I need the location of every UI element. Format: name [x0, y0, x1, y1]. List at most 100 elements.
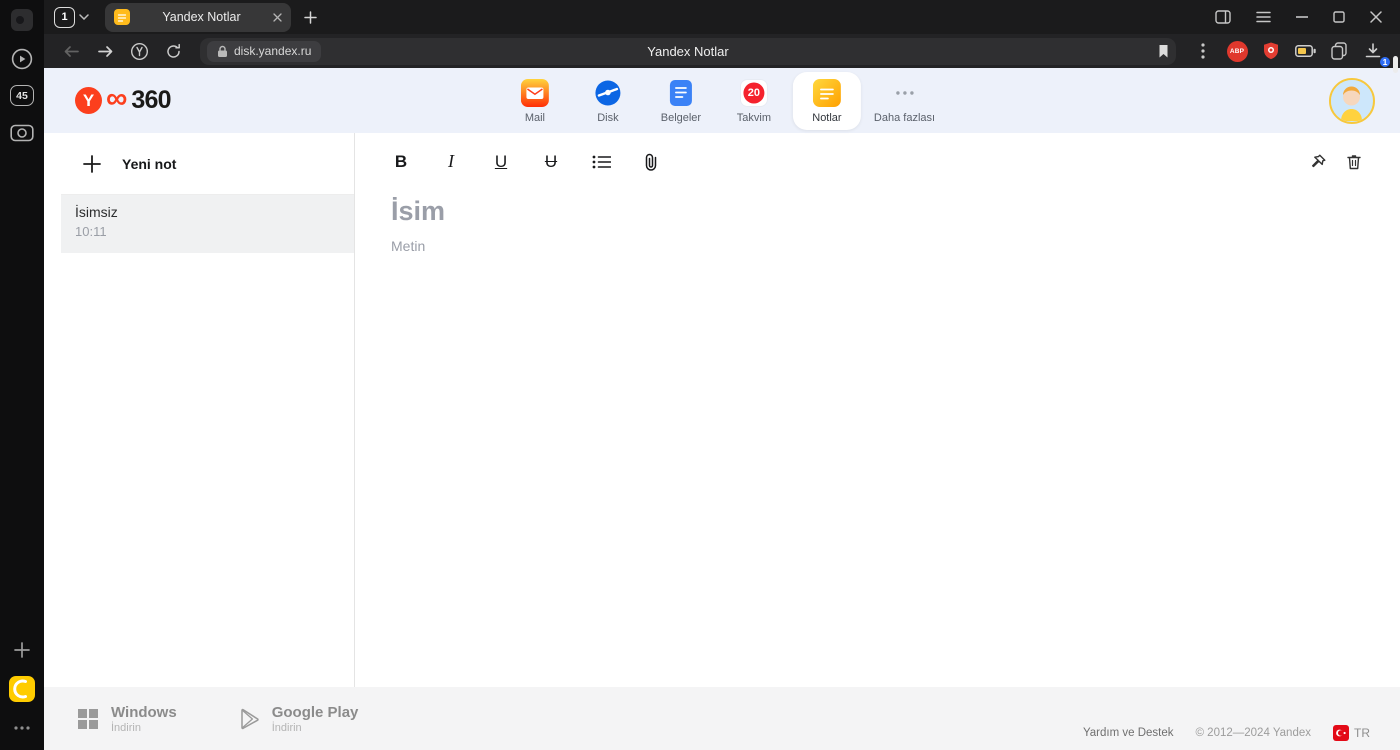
panel-toggle-icon[interactable] [1215, 10, 1231, 24]
sidebar-add-icon[interactable] [9, 637, 35, 663]
notes-content: Yeni not İsimsiz 10:11 B I U U İsim Meti… [44, 133, 1400, 687]
logo-360-text: 360 [131, 86, 171, 114]
app-header: Y ∞ 360 Mail Disk Belgeler 20 Takvim Not… [44, 68, 1400, 133]
bold-button[interactable]: B [391, 151, 411, 173]
tab-count-button[interactable]: 1 [50, 6, 93, 28]
documents-icon [669, 79, 693, 107]
protect-shield-icon[interactable] [1256, 37, 1286, 65]
windows-download-link[interactable]: Windows İndirin [78, 704, 177, 734]
sidebar-more-icon[interactable] [9, 715, 35, 741]
browser-sidebar: 45 [0, 0, 44, 750]
bookmark-icon[interactable] [1158, 44, 1169, 58]
note-body-input[interactable]: Metin [391, 238, 1364, 254]
service-takvim[interactable]: 20 Takvim [720, 72, 788, 130]
italic-button[interactable]: I [441, 151, 461, 173]
refresh-button[interactable] [158, 37, 188, 65]
chevron-down-icon [79, 14, 89, 20]
calendar-icon: 20 [739, 78, 768, 107]
service-more[interactable]: Daha fazlası [866, 72, 943, 130]
note-title: İsimsiz [75, 204, 118, 220]
downloads-icon[interactable]: 1 [1358, 37, 1392, 69]
tab-counter: 1 [54, 6, 75, 28]
page-title: Yandex Notlar [647, 43, 729, 59]
sidebar-bottom-group [9, 637, 35, 741]
google-play-icon [239, 708, 259, 730]
google-play-download-link[interactable]: Google Play İndirin [239, 703, 359, 734]
google-play-subtitle: İndirin [271, 721, 302, 734]
service-mail[interactable]: Mail [501, 72, 569, 130]
page-content: Y ∞ 360 Mail Disk Belgeler 20 Takvim Not… [44, 68, 1400, 750]
service-label: Mail [524, 111, 545, 124]
menu-icon[interactable] [1256, 11, 1271, 23]
maximize-button[interactable] [1333, 11, 1345, 23]
yandex-360-logo[interactable]: Y ∞ 360 [75, 83, 172, 115]
yandex-search-icon[interactable] [124, 37, 154, 65]
help-link[interactable]: Yardım ve Destek [1083, 727, 1174, 739]
address-bar[interactable]: disk.yandex.ru Yandex Notlar [200, 37, 1176, 65]
sidebar-top-group: 45 [9, 7, 35, 145]
battery-icon[interactable] [1290, 37, 1320, 65]
browser-window: 45 1 Yandex Notlar disk.yandex.ru Yandex… [0, 0, 1400, 750]
screenshot-icon[interactable] [9, 119, 35, 145]
strikethrough-button[interactable]: U [541, 151, 561, 173]
note-title-input[interactable]: İsim [391, 196, 1364, 227]
disk-icon [594, 79, 622, 107]
windows-title: Windows [111, 703, 177, 721]
service-disk[interactable]: Disk [574, 72, 642, 130]
service-label: Disk [597, 111, 619, 124]
notes-icon [812, 78, 841, 107]
scrollbar-thumb[interactable] [1393, 56, 1398, 73]
more-dots-icon [895, 79, 914, 107]
url-text: disk.yandex.ru [234, 44, 312, 58]
google-play-title: Google Play [271, 703, 359, 721]
service-label: Belgeler [660, 111, 702, 124]
attachment-button[interactable] [641, 151, 661, 173]
note-editor: B I U U İsim Metin [355, 133, 1400, 687]
tab-count-value: 45 [16, 89, 28, 102]
collections-icon[interactable] [1324, 37, 1354, 65]
kebab-menu-icon[interactable] [1188, 37, 1218, 65]
browser-main: 1 Yandex Notlar disk.yandex.ru Yandex No… [44, 0, 1400, 750]
service-label: Notlar [812, 111, 842, 124]
note-list-item[interactable]: İsimsiz 10:11 [61, 195, 354, 253]
turkey-flag-icon [1333, 725, 1349, 741]
calendar-date-badge: 20 [747, 86, 761, 99]
new-note-button[interactable]: Yeni not [61, 133, 354, 195]
player-icon[interactable] [9, 46, 35, 72]
service-belgeler[interactable]: Belgeler [647, 72, 715, 130]
service-notlar[interactable]: Notlar [792, 71, 861, 130]
mail-icon [520, 78, 549, 107]
notes-favicon-icon [114, 9, 130, 25]
pin-button[interactable] [1308, 151, 1328, 173]
window-controls [1215, 10, 1390, 24]
minimize-button[interactable] [1296, 16, 1308, 18]
abp-label: ABP [1226, 40, 1248, 62]
tab-title: Yandex Notlar [162, 10, 241, 24]
back-button[interactable] [56, 37, 86, 65]
list-button[interactable] [591, 151, 611, 173]
app-tile-icon[interactable] [9, 7, 35, 33]
navigation-bar: disk.yandex.ru Yandex Notlar ABP 1 [44, 34, 1400, 69]
language-selector[interactable]: TR [1333, 725, 1370, 741]
delete-button[interactable] [1344, 151, 1364, 173]
services-nav: Mail Disk Belgeler 20 Takvim Notlar Daha… [501, 71, 943, 130]
copyright-text: © 2012—2024 Yandex [1195, 727, 1311, 739]
windows-subtitle: İndirin [111, 721, 141, 734]
note-time: 10:11 [75, 224, 107, 239]
underline-button[interactable]: U [491, 151, 511, 173]
yandex-app-icon[interactable] [9, 676, 35, 702]
language-code: TR [1354, 726, 1370, 740]
new-tab-button[interactable] [304, 10, 317, 24]
tab-yandex-notlar[interactable]: Yandex Notlar [105, 2, 291, 32]
adblock-extension-icon[interactable]: ABP [1222, 37, 1252, 65]
logo-y-circle: Y [75, 87, 102, 114]
tab-count-badge[interactable]: 45 [10, 85, 34, 106]
forward-button[interactable] [90, 37, 120, 65]
url-chip[interactable]: disk.yandex.ru [207, 40, 322, 62]
user-avatar[interactable] [1329, 77, 1375, 124]
tab-close-icon[interactable] [273, 12, 282, 22]
close-button[interactable] [1370, 11, 1382, 23]
new-note-label: Yeni not [122, 155, 177, 172]
notes-list-panel: Yeni not İsimsiz 10:11 [44, 133, 355, 687]
download-badge: 1 [1378, 55, 1392, 69]
